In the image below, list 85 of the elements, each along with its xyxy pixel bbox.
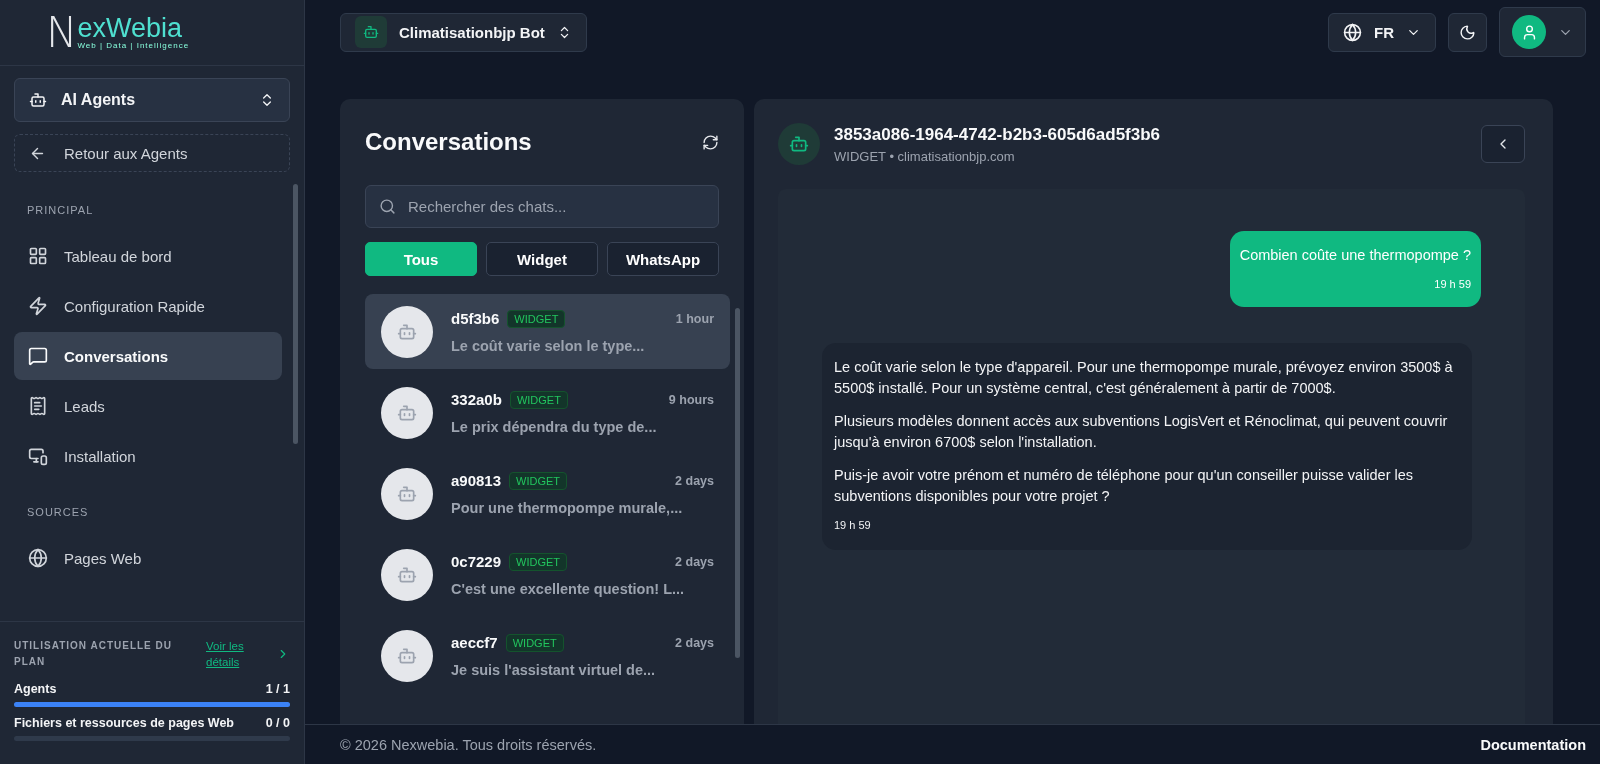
- conversation-item[interactable]: 0c7229 WIDGET 2 days C'est une excellente question! L...: [365, 537, 730, 612]
- conversation-time: 2 days: [675, 554, 714, 569]
- bot-selector[interactable]: Climatisationbjp Bot: [340, 12, 587, 52]
- refresh-button[interactable]: [702, 133, 719, 151]
- panel-title: Conversations: [365, 128, 532, 156]
- nav-item[interactable]: Conversations: [14, 332, 282, 380]
- robot-icon: [355, 16, 387, 48]
- user-avatar: [1512, 15, 1546, 49]
- section-title: PRINCIPAL: [26, 203, 95, 218]
- robot-icon: [778, 123, 820, 165]
- message-preview: Je suis l'assistant virtuel de...: [451, 661, 657, 678]
- receipt-icon: [28, 396, 48, 416]
- nav-label: Conversations: [64, 347, 169, 365]
- lightning-icon: [28, 296, 48, 316]
- filter-tab[interactable]: WhatsApp: [607, 242, 719, 276]
- message-preview: Le prix dépendra du type de...: [451, 418, 658, 435]
- conversation-time: 1 hour: [675, 311, 714, 326]
- robot-icon: [29, 91, 47, 109]
- channel-tag: WIDGET: [509, 471, 568, 490]
- meter-label: Fichiers et ressources de pages Web: [14, 716, 234, 730]
- channel-tag: WIDGET: [507, 309, 566, 328]
- agent-switcher[interactable]: AI Agents: [14, 78, 290, 122]
- conversation-id: 332a0b: [451, 391, 502, 408]
- theme-toggle[interactable]: [1448, 12, 1487, 52]
- back-button[interactable]: Retour aux Agents: [14, 134, 290, 172]
- bot-avatar: [381, 386, 433, 439]
- globe-icon: [1343, 22, 1362, 42]
- nav-label: Installation: [64, 447, 136, 465]
- chat-subtitle: WIDGET • climatisationbjp.com: [834, 148, 1016, 164]
- message-time: 19 h 59: [1433, 277, 1471, 292]
- bot-avatar: [381, 467, 433, 520]
- plan-usage-title: UTILISATION ACTUELLE DU PLAN: [14, 639, 173, 669]
- scrollbar-thumb[interactable]: [734, 308, 740, 658]
- channel-tag: WIDGET: [509, 552, 568, 571]
- nav-label: Leads: [64, 397, 105, 415]
- nav-item[interactable]: Pages Web: [14, 534, 282, 582]
- nav-item[interactable]: Configuration Rapide: [14, 282, 282, 330]
- nav-label: Tableau de bord: [64, 247, 172, 265]
- message-time: 19 h 59: [834, 518, 872, 533]
- conversation-item[interactable]: a90813 WIDGET 2 days Pour une thermopompe murale,...: [365, 456, 730, 531]
- meter-reading: 0 / 0: [265, 716, 290, 730]
- copyright: © 2026 Nexwebia. Tous droits réservés.: [340, 736, 597, 753]
- user-menu[interactable]: [1499, 7, 1586, 57]
- bot-avatar: [381, 305, 433, 358]
- conversation-id: a90813: [451, 472, 502, 489]
- details-link[interactable]: Voir les détails: [206, 638, 266, 670]
- conversation-time: 9 hours: [668, 392, 714, 407]
- globe-icon: [28, 548, 48, 568]
- devices-icon: [28, 446, 48, 466]
- message-text: Plusieurs modèles donnent accès aux subventions LogisVert et Rénoclimat, qui peuvent couvrir jusqu'à environ 6700$ selon l'installation.: [834, 412, 1449, 452]
- documentation-link[interactable]: Documentation: [1480, 736, 1586, 753]
- conversation-item[interactable]: d5f3b6 WIDGET 1 hour Le coût varie selon le type...: [365, 294, 730, 369]
- conversation-id: aeccf7: [451, 634, 498, 651]
- message-preview: Pour une thermopompe murale,...: [451, 499, 684, 516]
- bot-avatar: [381, 548, 433, 601]
- conversation-id: d5f3b6: [451, 310, 500, 327]
- scrollbar-thumb[interactable]: [292, 184, 298, 444]
- moon-icon: [1459, 23, 1476, 41]
- message-preview: Le coût varie selon le type...: [451, 337, 646, 354]
- conversation-item[interactable]: 332a0b WIDGET 9 hours Le prix dépendra du type de...: [365, 375, 730, 450]
- nav-item[interactable]: Tableau de bord: [14, 232, 282, 280]
- nav-label: Pages Web: [64, 549, 142, 567]
- conversation-id: 0c7229: [451, 553, 502, 570]
- conversation-time: 2 days: [675, 635, 714, 650]
- channel-tag: WIDGET: [509, 390, 568, 409]
- search-field[interactable]: Rechercher des chats...: [365, 185, 719, 228]
- bot-avatar: [381, 629, 433, 682]
- grid-icon: [28, 246, 48, 266]
- message-text: Puis-je avoir votre prénom et numéro de téléphone pour qu'un conseiller puisse valider les subventions disponibles pour votre projet ?: [834, 466, 1415, 506]
- nav-label: Configuration Rapide: [64, 297, 205, 315]
- chat-bubble-icon: [28, 346, 48, 366]
- meter-reading: 1 / 1: [265, 682, 290, 696]
- message-text: Combien coûte une thermopompe ?: [1239, 246, 1471, 265]
- meter-label: Agents: [14, 682, 57, 696]
- conversation-item[interactable]: aeccf7 WIDGET 2 days Je suis l'assistant virtuel de...: [365, 618, 730, 693]
- language-selector[interactable]: FR: [1328, 12, 1436, 52]
- conversation-time: 2 days: [675, 473, 714, 488]
- chat-title: 3853a086-1964-4742-b2b3-605d6ad5f3b6: [834, 124, 1162, 145]
- message-text: Le coût varie selon le type d'appareil. Pour une thermopompe murale, prévoyez environ 3500$ à 5500$ installé. Pour un système central, c'est généralement à partir de 7000$.: [834, 358, 1454, 398]
- nav-item[interactable]: Installation: [14, 432, 282, 480]
- nav-item[interactable]: Leads: [14, 382, 282, 430]
- filter-tab[interactable]: Widget: [486, 242, 598, 276]
- message-preview: C'est une excellente question! L...: [451, 580, 686, 597]
- channel-tag: WIDGET: [505, 633, 564, 652]
- section-title: SOURCES: [26, 505, 90, 520]
